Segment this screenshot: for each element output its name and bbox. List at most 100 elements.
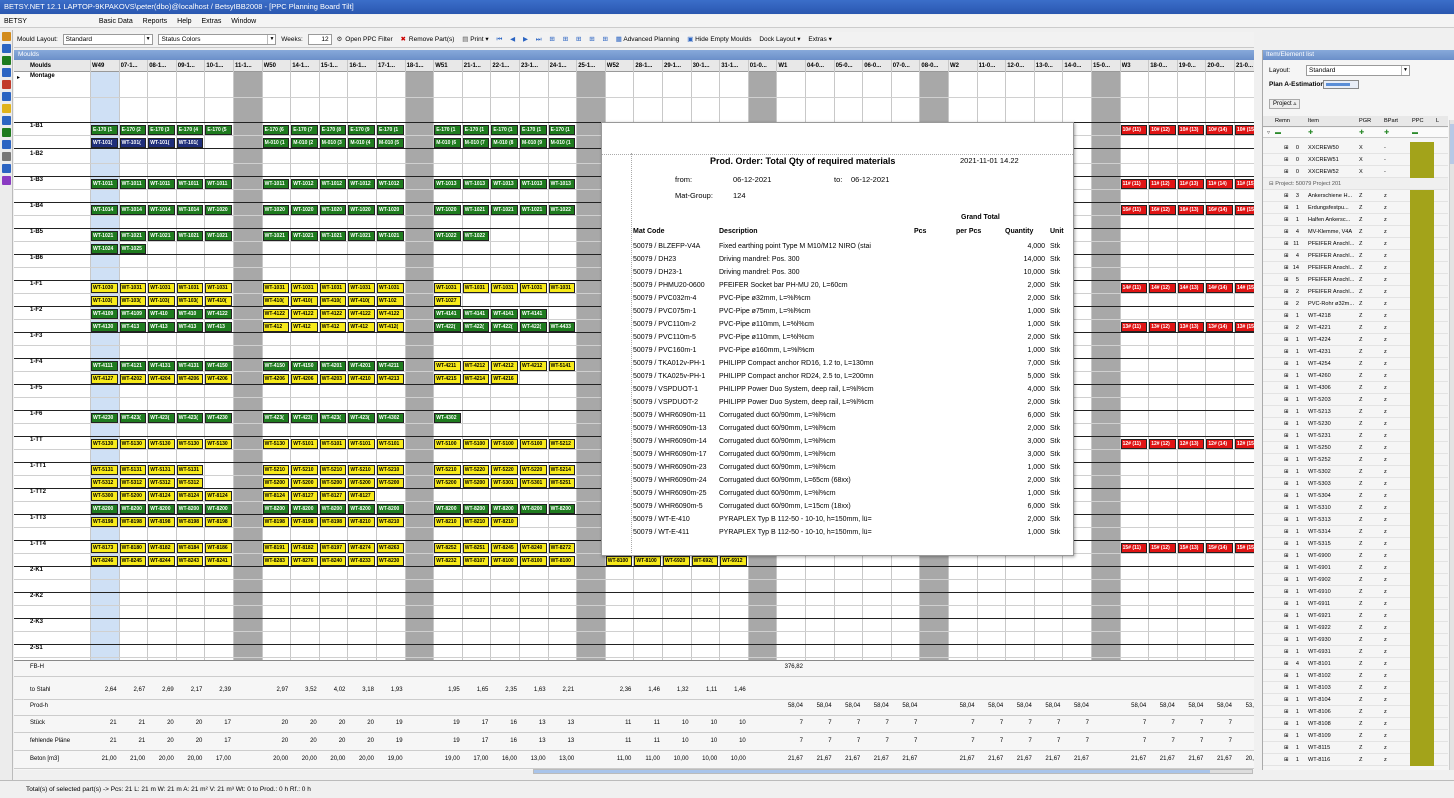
part-bar[interactable]: WT-8200: [377, 504, 404, 514]
part-bar[interactable]: WT-410: [148, 309, 175, 319]
mould-row-label[interactable]: 2-K3: [30, 619, 43, 625]
part-bar[interactable]: WT-8173: [91, 543, 118, 553]
part-bar[interactable]: WT-5300: [91, 491, 118, 501]
column-header-date[interactable]: 08-0...: [921, 60, 948, 72]
col-bpart[interactable]: BPart: [1384, 116, 1398, 127]
expand-icon[interactable]: ⊞: [1284, 718, 1289, 730]
part-bar[interactable]: WT-4109: [91, 309, 118, 319]
part-bar[interactable]: WT-5214: [548, 465, 576, 475]
part-bar[interactable]: WT-6920: [663, 556, 690, 566]
part-bar[interactable]: WT-5210: [377, 465, 404, 475]
item-row[interactable]: ⊞ 1 WT-8102 Zz: [1263, 670, 1448, 682]
expand-icon[interactable]: ⊞: [1284, 322, 1289, 334]
plan-estimation-toggle[interactable]: [1323, 80, 1359, 89]
part-bar[interactable]: WT-4211: [377, 361, 404, 371]
part-bar[interactable]: WT-5200: [377, 478, 404, 488]
part-bar[interactable]: WT-8124: [148, 491, 175, 501]
item-row[interactable]: ⊞ 1 WT-6931 Zz: [1263, 646, 1448, 658]
part-bar[interactable]: WT-1014: [148, 205, 175, 215]
part-bar[interactable]: WT-5130: [119, 439, 147, 449]
part-bar[interactable]: WT-8127: [319, 491, 347, 501]
part-bar[interactable]: WT-5200: [119, 491, 147, 501]
part-bar[interactable]: WT-1031: [205, 283, 232, 293]
part-bar[interactable]: WT-410(: [205, 296, 232, 306]
expand-icon[interactable]: ⊞: [1284, 202, 1289, 214]
part-bar[interactable]: WT-5220: [520, 465, 547, 475]
item-row[interactable]: ⊞ 11 PFEIFER Anschl... Zz: [1263, 238, 1448, 250]
part-bar[interactable]: WT-1031: [291, 283, 318, 293]
expand-icon[interactable]: ⊞: [1284, 490, 1289, 502]
part-bar[interactable]: WT-103(: [176, 296, 204, 306]
part-bar[interactable]: WT-412: [291, 322, 318, 332]
remove-parts-button[interactable]: Remove Part(s): [409, 32, 458, 47]
column-header-date[interactable]: 23-1...: [521, 60, 548, 72]
part-bar[interactable]: M-010 (1: [262, 138, 290, 148]
part-bar[interactable]: WT-1022: [548, 205, 576, 215]
part-bar[interactable]: WT-4212: [520, 361, 547, 371]
item-filter-row[interactable]: ▿ ▬ ✚ ✚ ✚ ▬: [1263, 128, 1448, 138]
part-bar[interactable]: WT-1013: [462, 179, 490, 189]
part-bar[interactable]: WT-423(: [119, 413, 147, 423]
mould-row-label[interactable]: 1-B3: [30, 177, 43, 183]
expand-icon[interactable]: ⊞: [1284, 250, 1289, 262]
col-remn[interactable]: Remn: [1275, 116, 1290, 127]
part-bar[interactable]: WT-5141: [548, 361, 576, 371]
column-header-date[interactable]: 29-1...: [664, 60, 691, 72]
part-bar[interactable]: WT-8274: [348, 543, 375, 553]
mould-row-label[interactable]: 2-S1: [30, 645, 43, 651]
part-bar[interactable]: WT-8200: [520, 504, 547, 514]
part-bar[interactable]: E-170 (1: [91, 125, 118, 135]
part-bar[interactable]: WT-4131: [176, 361, 204, 371]
part-bar[interactable]: 16# (11): [1120, 205, 1148, 215]
part-bar[interactable]: WT-5200: [462, 478, 490, 488]
nav-prev-icon[interactable]: ◀: [507, 32, 518, 47]
part-bar[interactable]: WT-410(: [319, 296, 347, 306]
part-bar[interactable]: WT-1021: [520, 205, 547, 215]
part-bar[interactable]: WT-4212: [491, 361, 518, 371]
part-bar[interactable]: WT-1020: [262, 205, 290, 215]
item-row[interactable]: ⊞ 1 WT-4218 Zz: [1263, 310, 1448, 322]
filter-cell[interactable]: ✚: [1384, 128, 1389, 138]
part-bar[interactable]: WT-412: [262, 322, 290, 332]
part-bar[interactable]: 10# (15): [1235, 125, 1254, 135]
part-bar[interactable]: WT-1025: [119, 244, 147, 254]
part-bar[interactable]: 13# (13): [1177, 322, 1205, 332]
expand-icon[interactable]: ⊞: [1284, 310, 1289, 322]
item-row[interactable]: ⊞ 14 PFEIFER Anschl... Zz: [1263, 262, 1448, 274]
part-bar[interactable]: WT-5131: [176, 465, 204, 475]
part-bar[interactable]: WT-1031: [262, 283, 290, 293]
module-icon[interactable]: [2, 116, 11, 125]
zoom-icon[interactable]: ⊞: [586, 32, 597, 47]
part-bar[interactable]: 12# (11): [1120, 439, 1148, 449]
part-bar[interactable]: WT-4150: [262, 361, 290, 371]
part-bar[interactable]: WT-5131: [148, 465, 175, 475]
item-row[interactable]: ⊞ 1 WT-6930 Zz: [1263, 634, 1448, 646]
part-bar[interactable]: WT-5212: [548, 439, 576, 449]
expand-icon[interactable]: ⊞: [1284, 214, 1289, 226]
project-group-row[interactable]: ⊟ Project: 50079 Project 201: [1263, 178, 1448, 190]
part-bar[interactable]: 14# (15): [1235, 283, 1254, 293]
item-row[interactable]: ⊞ 0 XXCREW51 X -: [1263, 154, 1448, 166]
part-bar[interactable]: WT-5312: [91, 478, 118, 488]
mould-row-label[interactable]: 1-F4: [30, 359, 42, 365]
expand-icon[interactable]: ⊞: [1284, 166, 1289, 178]
part-bar[interactable]: WT-413: [205, 322, 232, 332]
part-bar[interactable]: WT-4141: [491, 309, 518, 319]
part-bar[interactable]: WT-1014: [119, 205, 147, 215]
part-bar[interactable]: 11# (15): [1235, 179, 1254, 189]
expand-icon[interactable]: ⊞: [1284, 742, 1289, 754]
status-colors-select[interactable]: Status Colors ▼: [158, 33, 277, 45]
expand-icon[interactable]: ⊞: [1284, 706, 1289, 718]
part-bar[interactable]: WT-8200: [205, 504, 232, 514]
item-row[interactable]: ⊞ 1 WT-8108 Zz: [1263, 718, 1448, 730]
expand-icon[interactable]: ⊞: [1284, 682, 1289, 694]
part-bar[interactable]: WT-1024: [91, 244, 118, 254]
part-bar[interactable]: WT-412(: [377, 322, 404, 332]
module-icon[interactable]: [2, 92, 11, 101]
zoom-icon[interactable]: ⊞: [546, 32, 557, 47]
column-header-date[interactable]: 15-1...: [321, 60, 348, 72]
part-bar[interactable]: 12# (14): [1206, 439, 1233, 449]
item-row[interactable]: ⊞ 2 PVC-Rohr ø32m... Zz: [1263, 298, 1448, 310]
part-bar[interactable]: WT-1031: [491, 283, 518, 293]
part-bar[interactable]: WT-8245: [491, 543, 518, 553]
